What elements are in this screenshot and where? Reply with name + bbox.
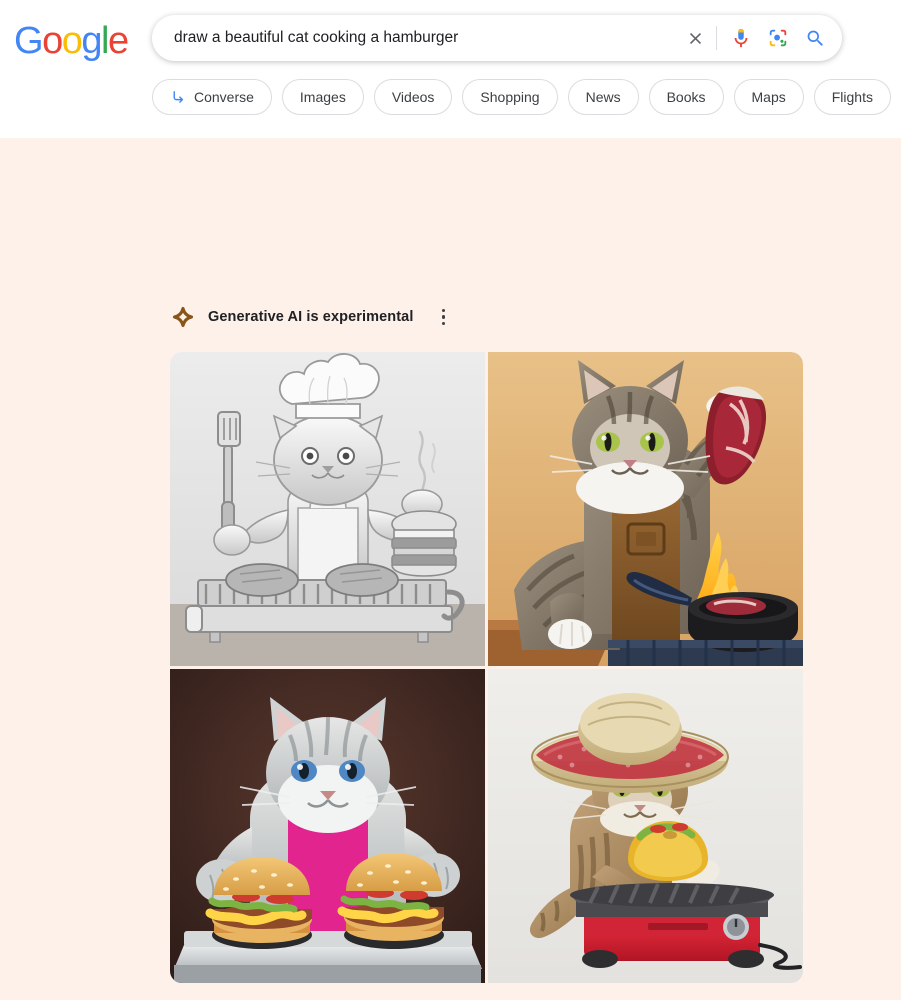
search-box[interactable] xyxy=(152,15,842,61)
chip-label: Videos xyxy=(391,89,435,105)
generated-image-4[interactable] xyxy=(488,669,803,983)
chip-videos[interactable]: Videos xyxy=(373,79,453,115)
chip-flights[interactable]: Flights xyxy=(813,79,891,115)
lens-search-button[interactable] xyxy=(763,23,793,53)
generative-ai-panel: Generative AI is experimental xyxy=(0,138,901,1000)
chip-news[interactable]: News xyxy=(567,79,639,115)
chip-maps[interactable]: Maps xyxy=(733,79,804,115)
chip-label: Converse xyxy=(194,89,254,105)
generated-image-3[interactable] xyxy=(170,669,485,983)
chip-label: Books xyxy=(666,89,706,105)
search-submit-button[interactable] xyxy=(800,23,830,53)
sparkle-diamond-icon xyxy=(170,304,196,330)
chip-label: Shopping xyxy=(480,89,540,105)
google-lens-icon xyxy=(769,29,787,47)
microphone-icon xyxy=(734,28,748,48)
generated-image-2[interactable] xyxy=(488,352,803,666)
chip-label: Flights xyxy=(831,89,873,105)
generated-image-1[interactable] xyxy=(170,352,485,666)
more-vert-icon[interactable] xyxy=(431,305,455,329)
voice-search-button[interactable] xyxy=(726,23,756,53)
chip-label: Images xyxy=(299,89,346,105)
chip-label: Maps xyxy=(751,89,786,105)
chip-images[interactable]: Images xyxy=(281,79,364,115)
ai-panel-title: Generative AI is experimental xyxy=(208,309,414,325)
chip-converse[interactable]: Converse xyxy=(152,79,272,115)
search-icon xyxy=(807,30,823,46)
close-icon xyxy=(689,32,701,44)
search-filter-chips: Converse Images Videos Shopping News Boo… xyxy=(152,79,901,115)
generated-image-grid xyxy=(170,352,803,986)
google-logo[interactable]: Google xyxy=(14,22,129,60)
search-divider xyxy=(716,26,717,50)
reply-arrow-icon xyxy=(170,89,187,106)
chip-label: News xyxy=(585,89,621,105)
search-header: Google draw a beautiful cat cooking a ha… xyxy=(0,0,901,138)
clear-search-button[interactable] xyxy=(680,23,710,53)
search-input[interactable] xyxy=(174,23,680,53)
ai-panel-header: Generative AI is experimental xyxy=(170,304,455,330)
chip-shopping[interactable]: Shopping xyxy=(462,79,558,115)
chip-books[interactable]: Books xyxy=(648,79,724,115)
